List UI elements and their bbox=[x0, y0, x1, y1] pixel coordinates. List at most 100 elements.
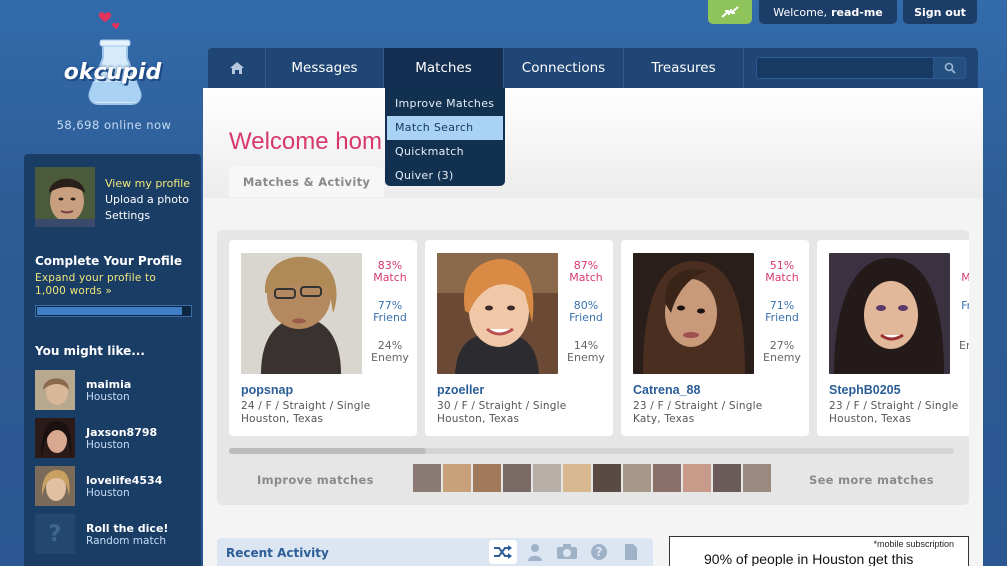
match-photo[interactable] bbox=[633, 253, 754, 374]
match-thumbnail[interactable] bbox=[713, 464, 741, 492]
okcupid-logo[interactable]: okcupid bbox=[60, 10, 165, 110]
friend-label: Friend bbox=[569, 311, 603, 324]
welcome-prefix: Welcome, bbox=[773, 5, 828, 19]
mobile-promo-box[interactable]: *mobile subscription 90% of people in Ho… bbox=[669, 536, 969, 566]
match-card[interactable]: 51% Match 71% Friend 27% Enemy Catrena_88 2… bbox=[621, 240, 809, 436]
friend-label: Friend bbox=[961, 299, 969, 312]
suggestion-photo[interactable] bbox=[35, 370, 75, 410]
mobile-promo-text: 90% of people in Houston get this bbox=[704, 551, 914, 566]
suggestion-name[interactable]: lovelife4534 bbox=[86, 474, 162, 487]
tab-matches-activity[interactable]: Matches & Activity bbox=[229, 167, 384, 197]
match-stats: 8Match Friend Enemy bbox=[954, 260, 969, 380]
view-profile-link[interactable]: View my profile bbox=[105, 176, 190, 192]
roll-dice-title[interactable]: Roll the dice! bbox=[86, 522, 168, 535]
see-more-matches-link[interactable]: See more matches bbox=[809, 473, 934, 487]
match-thumbnail[interactable] bbox=[503, 464, 531, 492]
you-might-like-title: You might like... bbox=[35, 344, 145, 358]
match-details: 23 / F / Straight / Single bbox=[633, 400, 763, 412]
match-thumbnail[interactable] bbox=[623, 464, 651, 492]
matches-panel: 83% Match 77% Friend 24% Enemy popsnap 24 /… bbox=[217, 230, 969, 505]
match-photo[interactable] bbox=[437, 253, 558, 374]
cards-scrollbar[interactable] bbox=[229, 448, 954, 454]
match-thumbnail[interactable] bbox=[533, 464, 561, 492]
mobile-subscription-note: *mobile subscription bbox=[873, 539, 954, 549]
match-photo[interactable] bbox=[241, 253, 362, 374]
match-thumbnail[interactable] bbox=[683, 464, 711, 492]
avatar[interactable] bbox=[35, 167, 95, 227]
match-username[interactable]: Catrena_88 bbox=[633, 383, 700, 397]
match-photo[interactable] bbox=[829, 253, 950, 374]
document-icon[interactable] bbox=[617, 540, 645, 564]
match-thumbnail[interactable] bbox=[653, 464, 681, 492]
nav-treasures[interactable]: Treasures bbox=[624, 48, 744, 88]
enemy-label: Enemy bbox=[567, 351, 605, 364]
match-thumbnail[interactable] bbox=[473, 464, 501, 492]
enemy-label: Enemy bbox=[371, 351, 409, 364]
suggestion-name[interactable]: Jaxson8798 bbox=[86, 426, 157, 439]
recent-activity-bar: Recent Activity ? bbox=[217, 538, 653, 566]
suggestion-item[interactable]: lovelife4534 Houston bbox=[35, 466, 195, 508]
search-input[interactable] bbox=[757, 60, 929, 80]
shuffle-icon[interactable] bbox=[489, 540, 517, 564]
match-thumbnail[interactable] bbox=[743, 464, 771, 492]
match-label: Match bbox=[569, 271, 603, 284]
menu-item-improve-matches[interactable]: Improve Matches bbox=[385, 92, 505, 116]
match-location: Katy, Texas bbox=[633, 413, 695, 425]
search-button[interactable] bbox=[933, 58, 965, 78]
camera-icon[interactable] bbox=[553, 540, 581, 564]
suggestion-photo[interactable] bbox=[35, 418, 75, 458]
suggestion-name[interactable]: maimia bbox=[86, 378, 131, 391]
match-card[interactable]: 87% Match 80% Friend 14% Enemy pzoeller 30 … bbox=[425, 240, 613, 436]
match-thumbnail-strip bbox=[413, 464, 773, 492]
roll-the-dice-item[interactable]: ? Roll the dice! Random match bbox=[35, 514, 195, 556]
match-details: 30 / F / Straight / Single bbox=[437, 400, 567, 412]
menu-item-match-search[interactable]: Match Search bbox=[387, 116, 503, 140]
match-info: 23 / F / Straight / Single Katy, Texas bbox=[633, 400, 762, 426]
match-location: Houston, Texas bbox=[829, 413, 912, 425]
expand-profile-link[interactable]: Expand your profile to 1,000 words » bbox=[35, 272, 156, 298]
suggestion-item[interactable]: Jaxson8798 Houston bbox=[35, 418, 195, 460]
username: read-me bbox=[831, 5, 883, 19]
match-label: Match bbox=[765, 271, 799, 284]
profile-progress-bar bbox=[35, 305, 192, 317]
match-cards: 83% Match 77% Friend 24% Enemy popsnap 24 /… bbox=[229, 240, 969, 440]
question-icon[interactable]: ? bbox=[585, 540, 613, 564]
improve-matches-link[interactable]: Improve matches bbox=[257, 473, 374, 487]
friend-label: Friend bbox=[373, 311, 407, 324]
upload-photo-link[interactable]: Upload a photo bbox=[105, 192, 190, 208]
sidebar: View my profile Upload a photo Settings … bbox=[24, 154, 201, 566]
suggestion-item[interactable]: maimia Houston bbox=[35, 370, 195, 412]
match-thumbnail[interactable] bbox=[443, 464, 471, 492]
scrollbar-thumb[interactable] bbox=[229, 448, 426, 454]
person-icon[interactable] bbox=[521, 540, 549, 564]
profile-progress-fill bbox=[37, 307, 182, 315]
menu-item-quiver[interactable]: Quiver (3) bbox=[385, 164, 505, 188]
menu-item-quickmatch[interactable]: Quickmatch bbox=[385, 140, 505, 164]
logo-text: okcupid bbox=[63, 60, 162, 85]
nav-matches[interactable]: Matches bbox=[384, 48, 504, 88]
sign-out-button[interactable]: Sign out bbox=[903, 0, 977, 24]
match-details: 24 / F / Straight / Single bbox=[241, 400, 371, 412]
welcome-user-button[interactable]: Welcome, read-me bbox=[759, 0, 897, 24]
match-username[interactable]: StephB0205 bbox=[829, 383, 901, 397]
match-thumbnail[interactable] bbox=[563, 464, 591, 492]
match-username[interactable]: popsnap bbox=[241, 383, 293, 397]
nav-connections[interactable]: Connections bbox=[504, 48, 624, 88]
main-content: Welcome hom Matches & Activity 83% Match… bbox=[203, 88, 983, 566]
match-card[interactable]: 83% Match 77% Friend 24% Enemy popsnap 24 /… bbox=[229, 240, 417, 436]
expand-profile-line2: 1,000 words » bbox=[35, 285, 113, 297]
nav-home[interactable] bbox=[208, 48, 266, 88]
match-card[interactable]: 8Match Friend Enemy StephB0205 23 / F / … bbox=[817, 240, 969, 436]
match-username[interactable]: pzoeller bbox=[437, 383, 484, 397]
nav-messages[interactable]: Messages bbox=[266, 48, 384, 88]
enemy-label: Enemy bbox=[959, 339, 969, 352]
match-thumbnail[interactable] bbox=[413, 464, 441, 492]
enemy-label: Enemy bbox=[763, 351, 801, 364]
match-thumbnail[interactable] bbox=[593, 464, 621, 492]
settings-link[interactable]: Settings bbox=[105, 208, 190, 224]
svg-text:?: ? bbox=[596, 545, 603, 559]
complete-profile-title: Complete Your Profile bbox=[35, 254, 183, 268]
mobile-button[interactable] bbox=[708, 0, 752, 24]
suggestion-photo[interactable] bbox=[35, 466, 75, 506]
match-location: Houston, Texas bbox=[437, 413, 520, 425]
